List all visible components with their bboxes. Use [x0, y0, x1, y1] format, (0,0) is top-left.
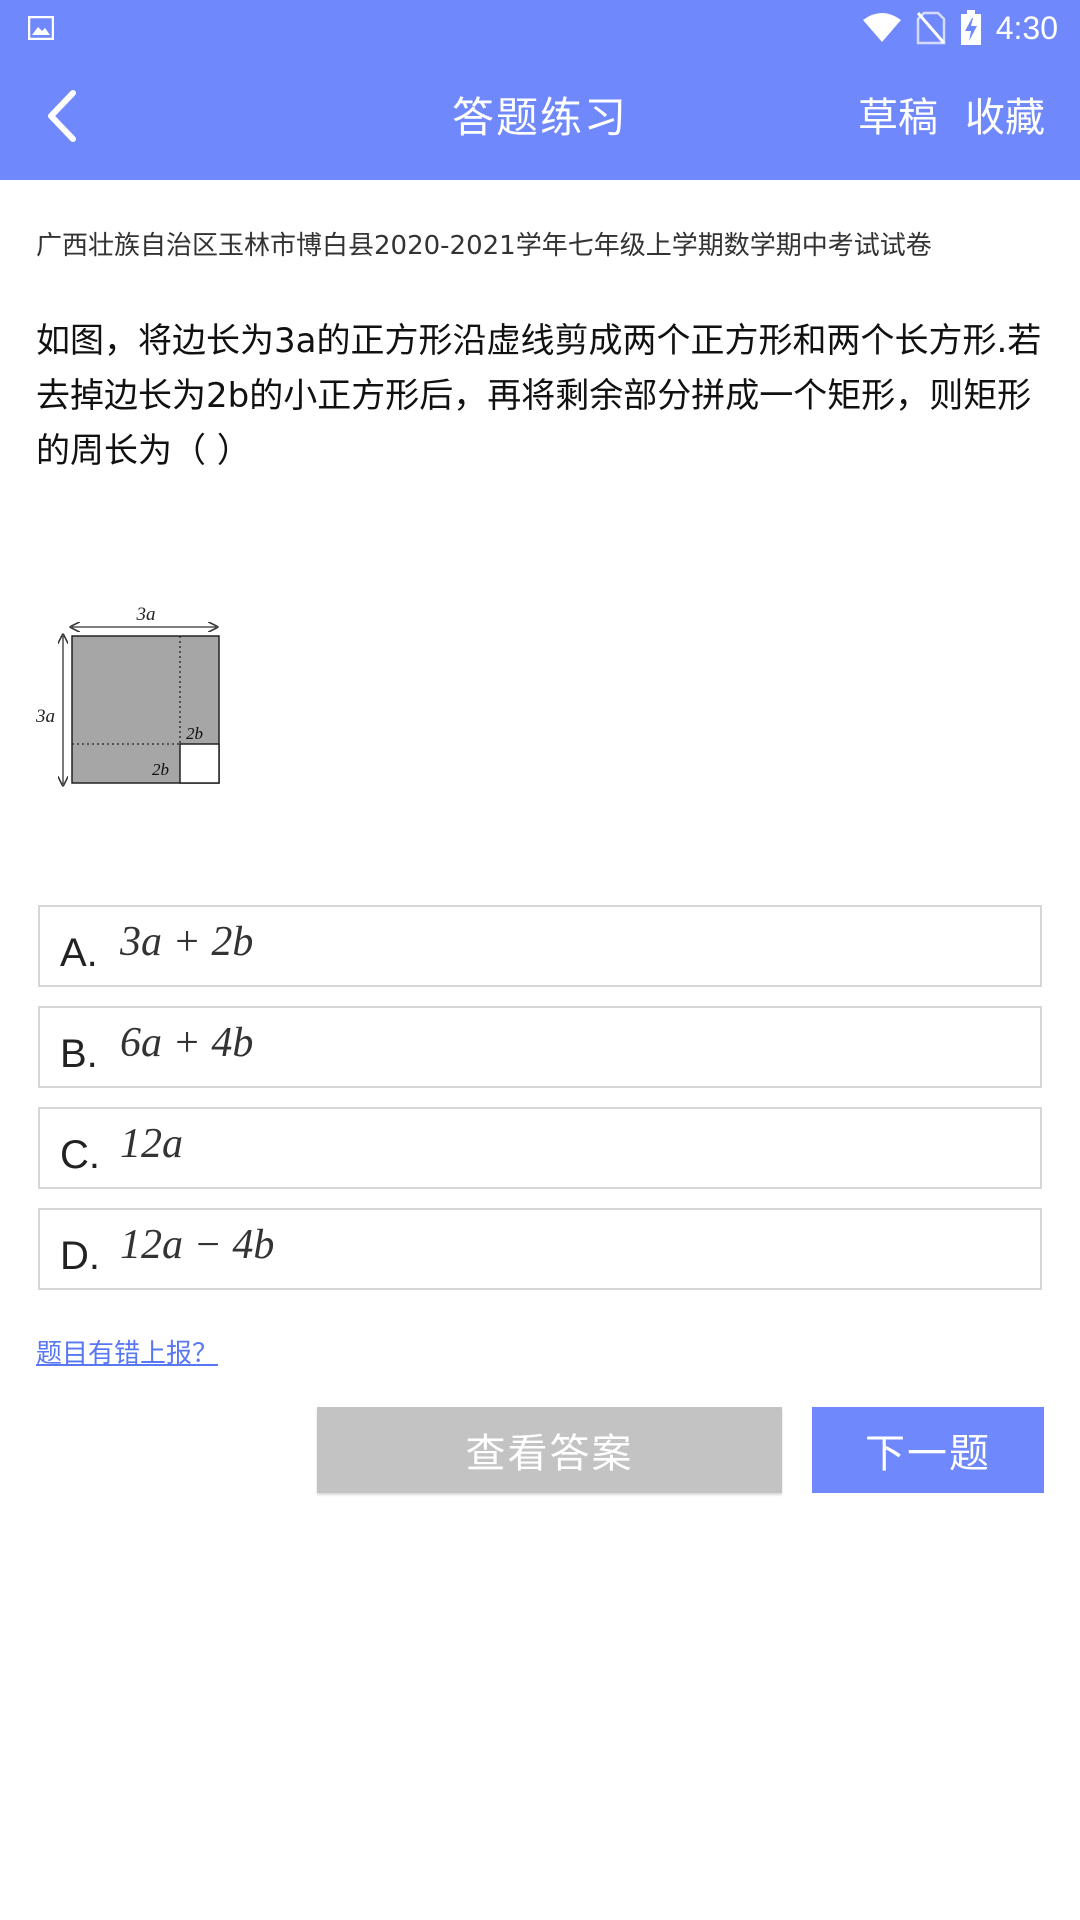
- question-text: 如图，将边长为3a的正方形沿虚线剪成两个正方形和两个长方形.若去掉边长为2b的小…: [36, 321, 1042, 471]
- status-time: 4:30: [995, 10, 1058, 46]
- toolbar: 答题练习 草稿 收藏: [0, 56, 1080, 180]
- status-bar: 4:30: [0, 0, 1080, 56]
- option-expression: 6a + 4b: [120, 1020, 254, 1066]
- battery-charging-icon: [960, 10, 981, 45]
- option-c[interactable]: C. 12a: [38, 1107, 1042, 1189]
- wifi-icon: [862, 13, 901, 42]
- gallery-icon: [28, 16, 54, 40]
- status-icons: 4:30: [862, 6, 1058, 50]
- option-letter: D.: [60, 1234, 100, 1278]
- favorite-button[interactable]: 收藏: [965, 90, 1045, 146]
- view-answer-button[interactable]: 查看答案: [317, 1407, 782, 1493]
- app-bar: 4:30 答题练习 草稿 收藏: [0, 0, 1080, 180]
- page-title: 答题练习: [451, 93, 628, 142]
- question-source: 广西壮族自治区玉林市博白县2020-2021学年七年级上学期数学期中考试试卷: [36, 231, 932, 261]
- option-d[interactable]: D. 12a − 4b: [38, 1208, 1042, 1290]
- figure-label-inner-bottom: 2b: [152, 760, 169, 779]
- option-expression: 3a + 2b: [120, 919, 254, 965]
- option-a[interactable]: A. 3a + 2b: [38, 905, 1042, 987]
- next-question-button[interactable]: 下一题: [812, 1407, 1044, 1493]
- figure-label-top: 3a: [136, 604, 156, 625]
- chevron-left-icon: [48, 90, 76, 142]
- option-letter: B.: [60, 1032, 98, 1076]
- no-sim-icon: [916, 11, 945, 45]
- option-b[interactable]: B. 6a + 4b: [38, 1006, 1042, 1088]
- figure-label-inner-right: 2b: [186, 724, 203, 743]
- back-button[interactable]: [30, 84, 94, 148]
- option-expression: 12a: [120, 1121, 183, 1167]
- figure-label-left: 3a: [35, 706, 55, 727]
- option-expression: 12a − 4b: [120, 1222, 275, 1268]
- question-figure: 3a 3a 2b 2b: [35, 604, 220, 794]
- options-list: A. 3a + 2b B. 6a + 4b C. 12a D. 12a − 4b: [38, 905, 1042, 1309]
- option-letter: A.: [60, 931, 98, 975]
- draft-button[interactable]: 草稿: [858, 90, 938, 146]
- option-letter: C.: [60, 1133, 100, 1177]
- report-error-link[interactable]: 题目有错上报？: [36, 1336, 218, 1372]
